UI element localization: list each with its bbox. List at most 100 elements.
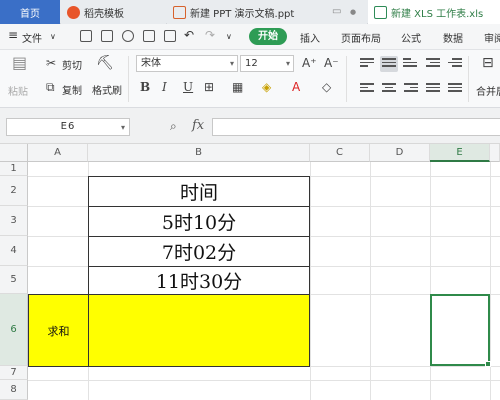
column-header-a[interactable]: A (28, 144, 88, 162)
format-painter-button[interactable]: 格式刷 (92, 82, 122, 97)
document-tab-bar: 首页 稻壳模板 新建 PPT 演示文稿.ppt ▭ ● 新建 XLS 工作表.x… (0, 0, 500, 24)
fill-color-icon[interactable]: ▦ (232, 80, 243, 94)
gridline (370, 162, 371, 400)
tab-formula[interactable]: 公式 (401, 30, 421, 45)
hamburger-menu-icon[interactable]: ≡ (8, 28, 18, 42)
align-center-icon[interactable] (382, 83, 396, 95)
tab-data[interactable]: 数据 (443, 30, 463, 45)
print-preview-icon[interactable] (164, 30, 176, 42)
tab-ppt-label: 新建 PPT 演示文稿.ppt (190, 8, 295, 20)
row-header-4[interactable]: 4 (0, 236, 28, 266)
paste-icon[interactable]: ▤ (12, 55, 27, 71)
cell-b6[interactable] (88, 294, 310, 367)
align-justify-icon[interactable] (426, 83, 440, 95)
tab-insert[interactable]: 插入 (300, 30, 320, 45)
font-size-select[interactable]: 12 ▾ (240, 55, 294, 72)
paste-button[interactable]: 粘贴 (8, 83, 28, 98)
borders-icon[interactable]: ⊞ (204, 80, 214, 94)
zoom-search-icon[interactable]: ⌕ (170, 119, 177, 134)
ribbon-divider (346, 56, 347, 102)
export-pdf-icon[interactable] (122, 30, 134, 42)
font-color-icon[interactable]: A (292, 80, 300, 94)
indent-increase-icon[interactable] (448, 58, 462, 70)
column-header-f-partial[interactable] (490, 144, 500, 162)
open-folder-icon[interactable] (80, 30, 92, 42)
indent-decrease-icon[interactable] (426, 58, 440, 70)
tab-home[interactable]: 首页 (0, 0, 60, 24)
tab-review[interactable]: 审阅 (484, 30, 500, 45)
bold-icon[interactable]: B (140, 80, 150, 94)
unsaved-dot-icon: ● (350, 8, 357, 16)
cell-b5[interactable]: 11时30分 (88, 266, 310, 295)
row-header-3[interactable]: 3 (0, 206, 28, 236)
menu-bar: ≡ 文件 ∨ ↶ ↷ ∨ 开始 插入 页面布局 公式 数据 审阅 (0, 24, 500, 50)
tab-page-layout[interactable]: 页面布局 (341, 30, 381, 45)
cut-button[interactable]: 剪切 (62, 57, 82, 72)
align-top-icon[interactable] (360, 58, 374, 70)
copy-button[interactable]: 复制 (62, 82, 82, 97)
cell-b3[interactable]: 5时10分 (88, 206, 310, 237)
cell-a6[interactable]: 求和 (28, 294, 89, 367)
column-header-b[interactable]: B (88, 144, 310, 162)
align-bottom-icon[interactable] (403, 58, 417, 70)
highlight-color-icon[interactable]: ◈ (262, 80, 271, 94)
size-dropdown-icon: ▾ (285, 59, 290, 68)
tab-start[interactable]: 开始 (249, 28, 287, 45)
merge-cells-icon[interactable]: ⊟ (482, 56, 494, 70)
name-box[interactable]: E6 ▾ (6, 118, 130, 136)
font-name-value: 宋体 (141, 58, 161, 69)
gridline (28, 380, 500, 381)
align-middle-icon[interactable] (380, 56, 398, 72)
align-right-icon[interactable] (404, 83, 418, 95)
select-all-corner[interactable] (0, 144, 28, 162)
print-icon[interactable] (143, 30, 155, 42)
row-header-7[interactable]: 7 (0, 366, 28, 380)
menu-file[interactable]: 文件 (22, 30, 42, 45)
insert-function-button[interactable]: fx (192, 118, 204, 133)
format-painter-icon[interactable]: ⛏ (96, 56, 114, 70)
chevron-down-icon[interactable]: ∨ (50, 32, 56, 41)
scissors-icon[interactable]: ✂ (46, 56, 56, 70)
undo-icon[interactable]: ↶ (184, 28, 194, 42)
copy-icon[interactable]: ⧉ (46, 80, 55, 94)
column-header-e[interactable]: E (430, 144, 490, 162)
font-name-select[interactable]: 宋体 ▾ (136, 55, 238, 72)
font-size-value: 12 (245, 58, 258, 69)
fill-handle[interactable] (485, 361, 491, 367)
formula-bar: E6 ▾ ⌕ fx (0, 108, 500, 144)
cell-b2[interactable]: 时间 (88, 176, 310, 207)
formula-input[interactable] (212, 118, 500, 136)
redo-icon[interactable]: ↷ (205, 28, 215, 42)
font-dropdown-icon: ▾ (229, 59, 234, 68)
row-header-1[interactable]: 1 (0, 162, 28, 176)
tab-daoke-templates[interactable]: 稻壳模板 (61, 0, 166, 24)
cell-b4[interactable]: 7时02分 (88, 236, 310, 267)
daoke-logo-icon (67, 5, 80, 19)
tab-home-label: 首页 (20, 8, 40, 20)
underline-icon[interactable]: U (183, 80, 193, 94)
merge-center-button[interactable]: 合并居 (476, 83, 500, 98)
monitor-icon[interactable]: ▭ (332, 6, 341, 17)
align-left-icon[interactable] (360, 83, 374, 95)
italic-icon[interactable]: I (162, 80, 167, 94)
clear-format-icon[interactable]: ◇ (322, 80, 331, 94)
active-cell-e6[interactable] (430, 294, 490, 366)
row-header-5[interactable]: 5 (0, 266, 28, 294)
quick-access-chevron-icon[interactable]: ∨ (226, 32, 232, 41)
name-box-dropdown-icon: ▾ (120, 123, 126, 132)
increase-font-icon[interactable]: A⁺ (302, 56, 317, 70)
decrease-font-icon[interactable]: A⁻ (324, 56, 339, 70)
row-header-2[interactable]: 2 (0, 176, 28, 206)
ribbon-divider (128, 56, 129, 102)
row-header-8[interactable]: 8 (0, 380, 28, 400)
row-header-6[interactable]: 6 (0, 294, 28, 366)
home-ribbon: ▤ 粘贴 ✂ 剪切 ⧉ 复制 ⛏ 格式刷 宋体 ▾ 12 ▾ A⁺ A⁻ B I… (0, 50, 500, 108)
worksheet-grid: A B C D E 1 2 3 4 5 6 7 8 时间 5时10分 7时02分… (0, 144, 500, 400)
distributed-align-icon[interactable] (448, 83, 462, 95)
name-box-value: E6 (60, 121, 76, 132)
tab-xls-document[interactable]: 新建 XLS 工作表.xls (368, 0, 500, 24)
column-header-d[interactable]: D (370, 144, 430, 162)
save-icon[interactable] (101, 30, 113, 42)
column-header-c[interactable]: C (310, 144, 370, 162)
gridline (310, 162, 311, 400)
